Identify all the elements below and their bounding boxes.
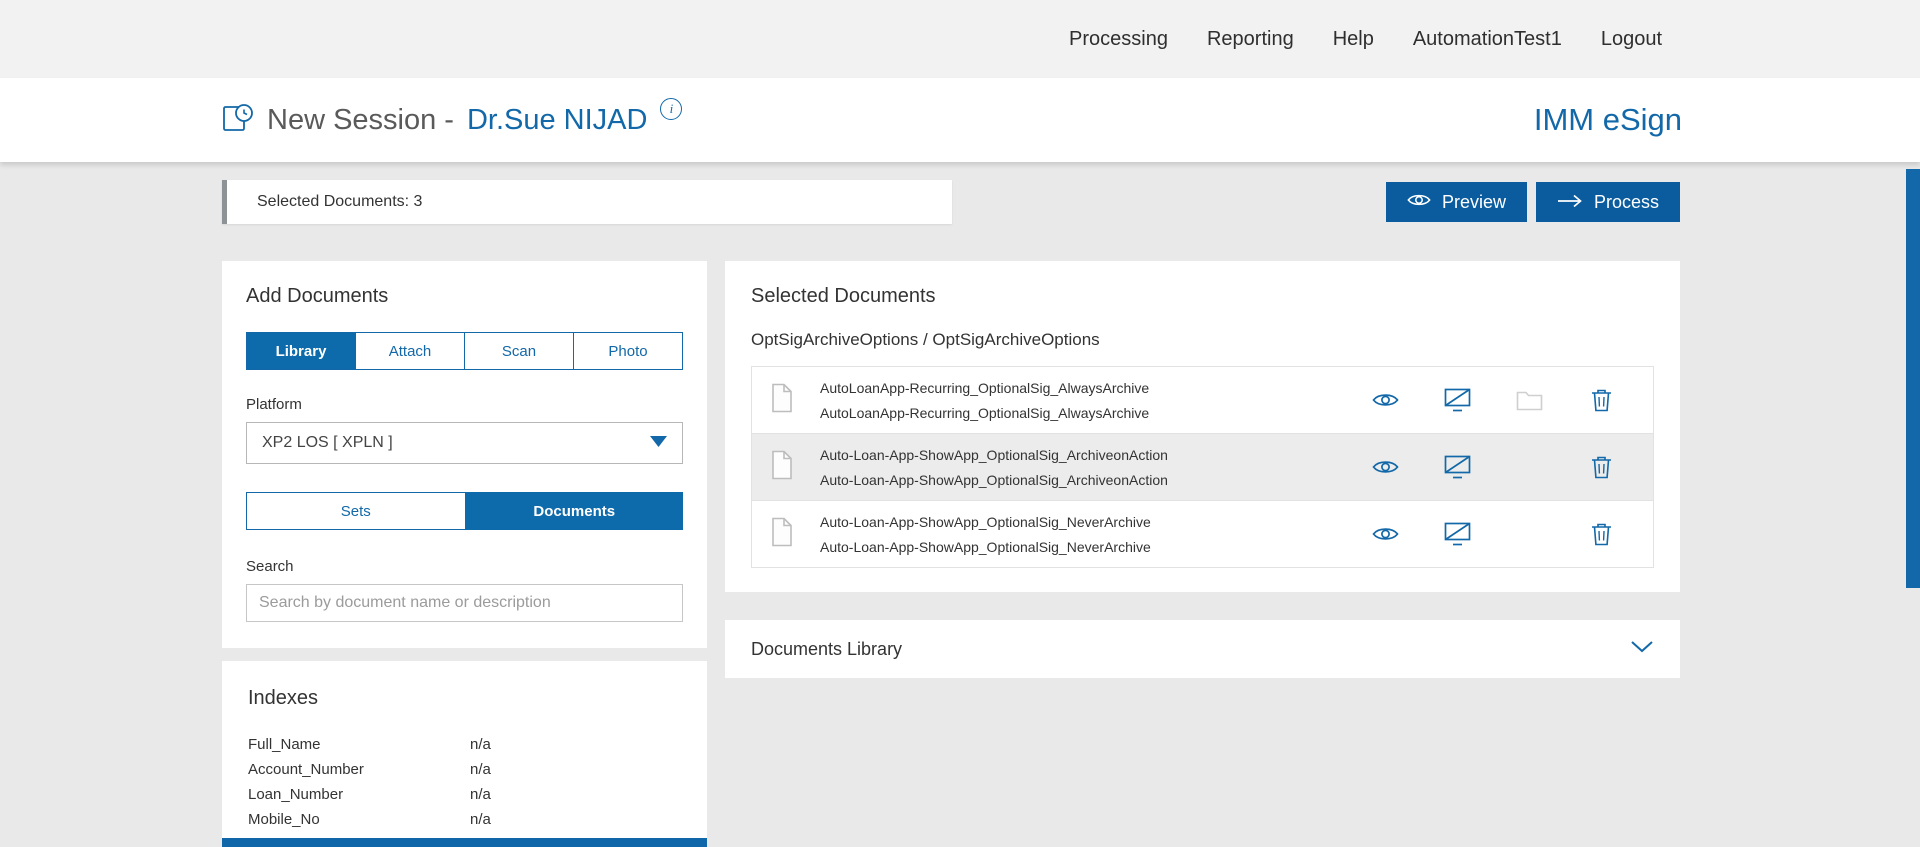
info-icon[interactable]: i <box>660 98 682 120</box>
documents-library-header[interactable]: Documents Library <box>725 620 1680 678</box>
eye-icon <box>1407 192 1431 213</box>
index-row-selected[interactable]: Account_Number n/a <box>222 838 707 847</box>
document-name: Auto-Loan-App-ShowApp_OptionalSig_Archiv… <box>820 447 1349 463</box>
monitor-icon[interactable] <box>1421 455 1493 479</box>
platform-select[interactable]: XP2 LOS [ XPLN ] <box>246 422 683 464</box>
document-icon <box>770 383 794 418</box>
document-row: Auto-Loan-App-ShowApp_OptionalSig_NeverA… <box>751 500 1654 568</box>
monitor-icon[interactable] <box>1421 388 1493 412</box>
preview-document-icon[interactable] <box>1349 455 1421 479</box>
nav-help[interactable]: Help <box>1333 28 1374 51</box>
documents-library-title: Documents Library <box>751 639 902 660</box>
tab-library[interactable]: Library <box>247 333 355 369</box>
indexes-title: Indexes <box>248 687 681 710</box>
new-session-icon <box>222 102 254 139</box>
preview-button-label: Preview <box>1442 192 1506 213</box>
tab-photo[interactable]: Photo <box>573 333 682 369</box>
index-row: Mobile_No n/a <box>248 807 681 832</box>
trash-icon[interactable] <box>1565 388 1637 412</box>
index-row: Full_Name n/a <box>248 732 681 757</box>
document-row: AutoLoanApp-Recurring_OptionalSig_Always… <box>751 366 1654 434</box>
arrow-right-icon <box>1557 192 1583 213</box>
add-documents-panel: Add Documents Library Attach Scan Photo … <box>222 261 707 648</box>
document-row: Auto-Loan-App-ShowApp_OptionalSig_Archiv… <box>751 433 1654 501</box>
document-description: AutoLoanApp-Recurring_OptionalSig_Always… <box>820 405 1349 421</box>
monitor-icon[interactable] <box>1421 522 1493 546</box>
index-value: n/a <box>470 811 491 828</box>
sets-button[interactable]: Sets <box>246 492 466 530</box>
process-button-label: Process <box>1594 192 1659 213</box>
sets-documents-toggle: Sets Documents <box>246 492 683 530</box>
index-label: Full_Name <box>248 736 470 753</box>
index-row: Loan_Number n/a <box>248 782 681 807</box>
preview-document-icon[interactable] <box>1349 522 1421 546</box>
tab-scan[interactable]: Scan <box>464 333 573 369</box>
document-description: Auto-Loan-App-ShowApp_OptionalSig_NeverA… <box>820 539 1349 555</box>
index-value: n/a <box>470 786 491 803</box>
add-documents-tabs: Library Attach Scan Photo <box>246 332 683 370</box>
nav-processing[interactable]: Processing <box>1069 28 1168 51</box>
preview-document-icon[interactable] <box>1349 388 1421 412</box>
document-name: AutoLoanApp-Recurring_OptionalSig_Always… <box>820 380 1349 396</box>
indexes-list: Full_Name n/a Account_Number n/a Loan_Nu… <box>248 732 681 847</box>
index-label: Account_Number <box>248 761 470 778</box>
search-input[interactable] <box>246 584 683 622</box>
session-user-link[interactable]: Dr.Sue NIJAD <box>467 104 648 137</box>
page-header: New Session - Dr.Sue NIJAD i IMM eSign <box>0 78 1920 162</box>
brand-logo: IMM eSign <box>1534 102 1682 138</box>
page-title: New Session - <box>267 104 454 137</box>
trash-icon[interactable] <box>1565 455 1637 479</box>
nav-reporting[interactable]: Reporting <box>1207 28 1294 51</box>
indexes-panel: Indexes Full_Name n/a Account_Number n/a… <box>222 661 707 847</box>
dropdown-caret-icon <box>650 434 667 452</box>
document-name: Auto-Loan-App-ShowApp_OptionalSig_NeverA… <box>820 514 1349 530</box>
index-value: n/a <box>470 736 491 753</box>
main-content: Selected Documents: 3 Preview Process Ad… <box>0 162 1920 847</box>
index-value: n/a <box>470 761 491 778</box>
selected-documents-count-bar: Selected Documents: 3 <box>222 180 952 224</box>
document-icon <box>770 450 794 485</box>
platform-label: Platform <box>246 396 683 414</box>
selected-documents-list: AutoLoanApp-Recurring_OptionalSig_Always… <box>751 366 1654 568</box>
index-row: Account_Number n/a <box>248 757 681 782</box>
tab-attach[interactable]: Attach <box>355 333 464 369</box>
selected-documents-title: Selected Documents <box>751 285 1654 308</box>
document-icon <box>770 517 794 552</box>
document-set-breadcrumb: OptSigArchiveOptions / OptSigArchiveOpti… <box>751 330 1654 350</box>
platform-select-value: XP2 LOS [ XPLN ] <box>262 434 393 452</box>
search-label: Search <box>246 558 683 576</box>
trash-icon[interactable] <box>1565 522 1637 546</box>
documents-button[interactable]: Documents <box>466 492 684 530</box>
scrollbar-thumb[interactable] <box>1906 169 1920 588</box>
document-description: Auto-Loan-App-ShowApp_OptionalSig_Archiv… <box>820 472 1349 488</box>
index-label: Mobile_No <box>248 811 470 828</box>
selected-documents-count-label: Selected Documents: 3 <box>257 193 422 211</box>
top-nav: Processing Reporting Help AutomationTest… <box>0 0 1920 78</box>
preview-button[interactable]: Preview <box>1386 182 1527 222</box>
folder-icon[interactable] <box>1493 388 1565 412</box>
index-label: Loan_Number <box>248 786 470 803</box>
add-documents-title: Add Documents <box>246 285 683 308</box>
nav-logout[interactable]: Logout <box>1601 28 1662 51</box>
selected-documents-panel: Selected Documents OptSigArchiveOptions … <box>725 261 1680 592</box>
nav-user-account[interactable]: AutomationTest1 <box>1413 28 1562 51</box>
process-button[interactable]: Process <box>1536 182 1680 222</box>
chevron-down-icon <box>1630 640 1654 658</box>
